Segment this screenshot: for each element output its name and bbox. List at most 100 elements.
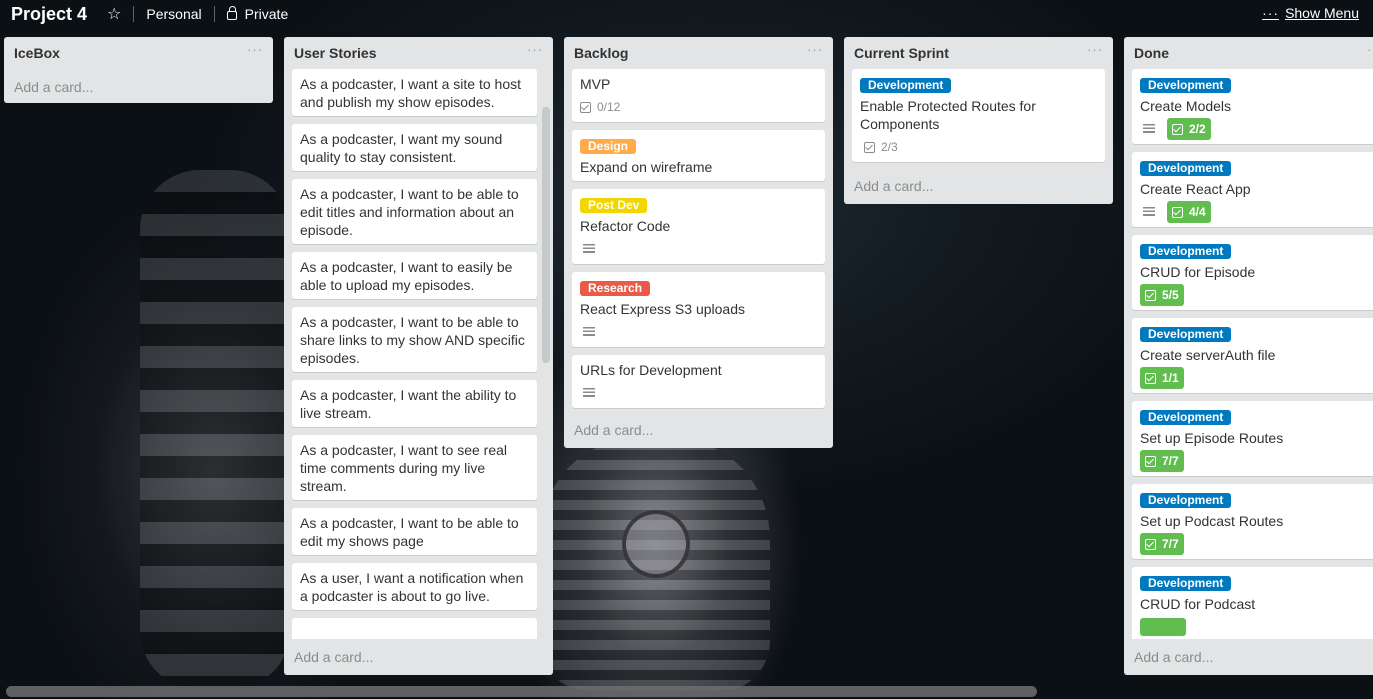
card-title: Create serverAuth file (1140, 347, 1276, 363)
card[interactable]: Development Create Models 2/2 (1132, 69, 1373, 144)
show-menu-label: Show Menu (1285, 5, 1359, 21)
list-current-sprint: Current Sprint ··· Development Enable Pr… (844, 37, 1113, 204)
card-label: Development (1140, 327, 1232, 342)
checklist-icon (1172, 206, 1183, 218)
card[interactable]: Design Expand on wireframe (572, 130, 825, 181)
card-badges: 7/7 (1140, 450, 1365, 472)
card[interactable] (292, 618, 537, 639)
card[interactable]: Development Create serverAuth file 1/1 (1132, 318, 1373, 393)
card[interactable]: Development Set up Episode Routes 7/7 (1132, 401, 1373, 476)
list-title[interactable]: Done (1134, 45, 1169, 61)
card-badges: 2/3 (860, 137, 1097, 157)
checklist-icon (1145, 289, 1156, 301)
card-title: Set up Episode Routes (1140, 430, 1284, 446)
card[interactable]: Development CRUD for Episode 5/5 (1132, 235, 1373, 310)
card-title: MVP (580, 76, 611, 92)
list-menu-icon[interactable]: ··· (1367, 42, 1373, 57)
card[interactable]: As a podcaster, I want to be able to edi… (292, 179, 537, 244)
card[interactable]: URLs for Development (572, 355, 825, 408)
card-title: As a podcaster, I want to be able to edi… (300, 186, 519, 238)
card-list: Development Create Models 2/2 Developmen… (1124, 69, 1373, 639)
star-board-button[interactable]: ☆ (107, 4, 121, 24)
card[interactable]: Development Create React App 4/4 (1132, 152, 1373, 227)
list-done: Done ··· Development Create Models 2/2 D… (1124, 37, 1373, 675)
add-card-button[interactable]: Add a card... (284, 639, 553, 675)
card-title: As a podcaster, I want a site to host an… (300, 76, 522, 110)
card-title: Enable Protected Routes for Components (860, 98, 1036, 132)
visibility-button[interactable]: Private (226, 6, 289, 22)
list-menu-icon[interactable]: ··· (527, 42, 543, 57)
card-list: MVP 0/12 Design Expand on wireframe Post… (564, 69, 833, 416)
lock-icon (226, 6, 237, 20)
card-title: As a podcaster, I want to see real time … (300, 442, 508, 494)
card-title: Create Models (1140, 98, 1232, 114)
list-title[interactable]: Current Sprint (854, 45, 949, 61)
checklist-icon (1172, 123, 1183, 135)
card[interactable]: Post Dev Refactor Code (572, 189, 825, 264)
card-badges: 4/4 (1140, 201, 1365, 223)
checklist-count: 2/2 (1189, 122, 1206, 136)
header-divider (133, 6, 135, 22)
card-title: React Express S3 uploads (580, 301, 745, 317)
board-title[interactable]: Project 4 (11, 4, 87, 25)
card-badges: 2/2 (1140, 118, 1365, 140)
checklist-icon (1145, 538, 1156, 550)
show-menu-button[interactable]: ··· Show Menu (1262, 5, 1359, 21)
list-header: User Stories ··· (284, 37, 553, 69)
card-badges (580, 383, 817, 403)
card-title: Expand on wireframe (580, 159, 713, 175)
add-card-button[interactable]: Add a card... (4, 69, 273, 103)
background-microphone-badge (622, 510, 690, 578)
card-label: Development (1140, 244, 1232, 259)
description-icon (583, 388, 595, 398)
card-badges: 1/1 (1140, 367, 1365, 389)
card[interactable]: As a podcaster, I want to be able to sha… (292, 307, 537, 372)
card[interactable]: MVP 0/12 (572, 69, 825, 122)
list-menu-icon[interactable]: ··· (247, 42, 263, 57)
board-header: Project 4 ☆ Personal Private ··· Show Me… (0, 0, 1373, 28)
visibility-label: Private (244, 6, 289, 22)
card[interactable]: As a podcaster, I want the ability to li… (292, 380, 537, 427)
checklist-badge: 7/7 (1140, 533, 1184, 555)
card[interactable]: Research React Express S3 uploads (572, 272, 825, 347)
card[interactable]: As a podcaster, I want a site to host an… (292, 69, 537, 116)
card[interactable]: As a user, I want a notification when a … (292, 563, 537, 610)
card-title: Refactor Code (580, 218, 671, 234)
card[interactable]: As a podcaster, I want to see real time … (292, 435, 537, 500)
card[interactable]: Development Enable Protected Routes for … (852, 69, 1105, 162)
checklist-count: 2/3 (881, 140, 898, 154)
list-menu-icon[interactable]: ··· (1087, 42, 1103, 57)
checklist-count: 1/1 (1162, 371, 1179, 385)
list-header: Backlog ··· (564, 37, 833, 69)
board-horizontal-scrollbar[interactable] (6, 686, 1037, 697)
card-title: URLs for Development (580, 362, 722, 378)
card[interactable]: As a podcaster, I want my sound quality … (292, 124, 537, 171)
checklist-badge: 5/5 (1140, 284, 1184, 306)
add-card-button[interactable]: Add a card... (1124, 639, 1373, 675)
card-badges (580, 239, 817, 259)
team-button[interactable]: Personal (146, 6, 201, 22)
add-card-button[interactable]: Add a card... (844, 170, 1113, 204)
checklist-icon (1145, 455, 1156, 467)
add-card-button[interactable]: Add a card... (564, 416, 833, 448)
card[interactable]: Development Set up Podcast Routes 7/7 (1132, 484, 1373, 559)
card[interactable]: As a podcaster, I want to be able to edi… (292, 508, 537, 555)
checklist-badge: 2/3 (864, 138, 898, 156)
card-badges: 5/5 (1140, 284, 1365, 306)
list-scrollbar[interactable] (542, 107, 550, 363)
card[interactable]: As a podcaster, I want to easily be able… (292, 252, 537, 299)
card[interactable]: Development CRUD for Podcast (1132, 567, 1373, 639)
card-label: Development (860, 78, 952, 93)
list-title[interactable]: User Stories (294, 45, 376, 61)
list-title[interactable]: Backlog (574, 45, 628, 61)
checklist-count: 0/12 (597, 100, 621, 114)
description-icon (1143, 207, 1155, 217)
card-title: Set up Podcast Routes (1140, 513, 1284, 529)
checklist-count: 5/5 (1162, 288, 1179, 302)
card-label: Post Dev (580, 198, 648, 213)
checklist-badge: 0/12 (580, 98, 620, 116)
list-header: Done ··· (1124, 37, 1373, 69)
list-title[interactable]: IceBox (14, 45, 60, 61)
list-header: IceBox ··· (4, 37, 273, 69)
list-menu-icon[interactable]: ··· (807, 42, 823, 57)
